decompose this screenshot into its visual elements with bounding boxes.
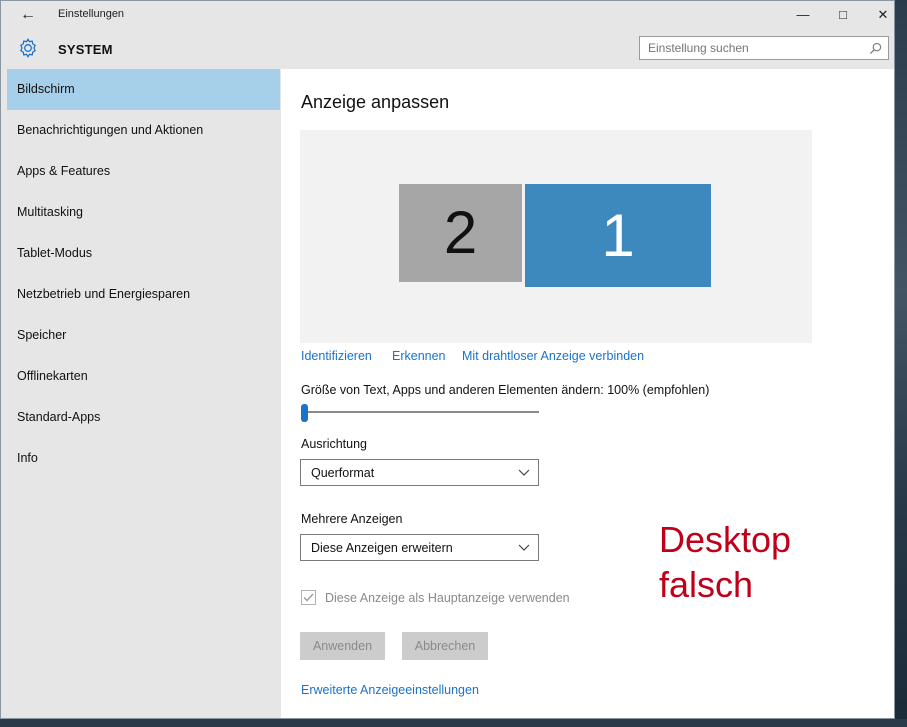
identify-link[interactable]: Identifizieren (301, 349, 372, 363)
multi-display-dropdown[interactable]: Diese Anzeigen erweitern (300, 534, 539, 561)
gear-icon (20, 38, 36, 58)
scale-slider-track[interactable] (301, 411, 539, 413)
page-title: Anzeige anpassen (301, 92, 450, 112)
wireless-display-link[interactable]: Mit drahtloser Anzeige verbinden (462, 349, 644, 363)
close-icon[interactable]: ✕ (863, 1, 894, 29)
apply-button[interactable]: Anwenden (300, 632, 385, 660)
sidebar-item-benachrichtigungen[interactable]: Benachrichtigungen und Aktionen (7, 110, 280, 151)
sidebar-item-bildschirm[interactable]: Bildschirm (7, 69, 280, 110)
window-title: Einstellungen (58, 8, 125, 20)
multi-display-value: Diese Anzeigen erweitern (311, 541, 453, 555)
desktop-background (895, 0, 907, 727)
checkmark-icon (303, 593, 314, 602)
chevron-down-icon (518, 544, 530, 551)
main-content: Anzeige anpassen 2 1 Identifizieren Erke… (281, 69, 894, 718)
sidebar-item-standard-apps[interactable]: Standard-Apps (7, 397, 280, 438)
annotation-line-1: Desktop (659, 519, 792, 560)
sidebar-item-tablet-modus[interactable]: Tablet-Modus (7, 233, 280, 274)
sidebar: Bildschirm Benachrichtigungen und Aktion… (1, 69, 281, 718)
minimize-icon[interactable]: — (783, 1, 823, 29)
multi-display-label: Mehrere Anzeigen (301, 512, 403, 526)
title-bar: ← Einstellungen — □ ✕ (1, 1, 894, 29)
orientation-value: Querformat (311, 466, 375, 480)
chevron-down-icon (518, 469, 530, 476)
sidebar-item-speicher[interactable]: Speicher (7, 315, 280, 356)
sidebar-item-offlinekarten[interactable]: Offlinekarten (7, 356, 280, 397)
primary-display-label: Diese Anzeige als Hauptanzeige verwenden (325, 591, 570, 605)
annotation-text: Desktop falsch (659, 517, 791, 607)
sidebar-item-info[interactable]: Info (7, 438, 280, 479)
advanced-display-settings-link[interactable]: Erweiterte Anzeigeeinstellungen (301, 683, 479, 697)
maximize-icon[interactable]: □ (823, 1, 863, 29)
search-icon[interactable] (869, 42, 882, 55)
monitor-arrangement: 2 1 (300, 130, 812, 343)
scale-slider-thumb[interactable] (301, 404, 308, 422)
sidebar-item-multitasking[interactable]: Multitasking (7, 192, 280, 233)
sidebar-item-apps-features[interactable]: Apps & Features (7, 151, 280, 192)
orientation-label: Ausrichtung (301, 437, 368, 451)
detect-link[interactable]: Erkennen (392, 349, 446, 363)
monitor-1[interactable]: 1 (525, 184, 711, 287)
orientation-dropdown[interactable]: Querformat (300, 459, 539, 486)
settings-window: ← Einstellungen — □ ✕ SYSTEM Bildschirm … (0, 0, 895, 719)
primary-display-checkbox[interactable] (301, 590, 316, 605)
section-title: SYSTEM (58, 42, 113, 57)
scale-label: Größe von Text, Apps und anderen Element… (301, 383, 710, 397)
sidebar-item-netzbetrieb[interactable]: Netzbetrieb und Energiesparen (7, 274, 280, 315)
search-box[interactable] (639, 36, 889, 60)
monitor-2[interactable]: 2 (399, 184, 522, 282)
search-input[interactable] (648, 40, 858, 56)
desktop-background-bottom (0, 719, 907, 727)
cancel-button[interactable]: Abbrechen (402, 632, 488, 660)
annotation-line-2: falsch (659, 564, 754, 605)
back-arrow-icon[interactable]: ← (15, 5, 41, 25)
